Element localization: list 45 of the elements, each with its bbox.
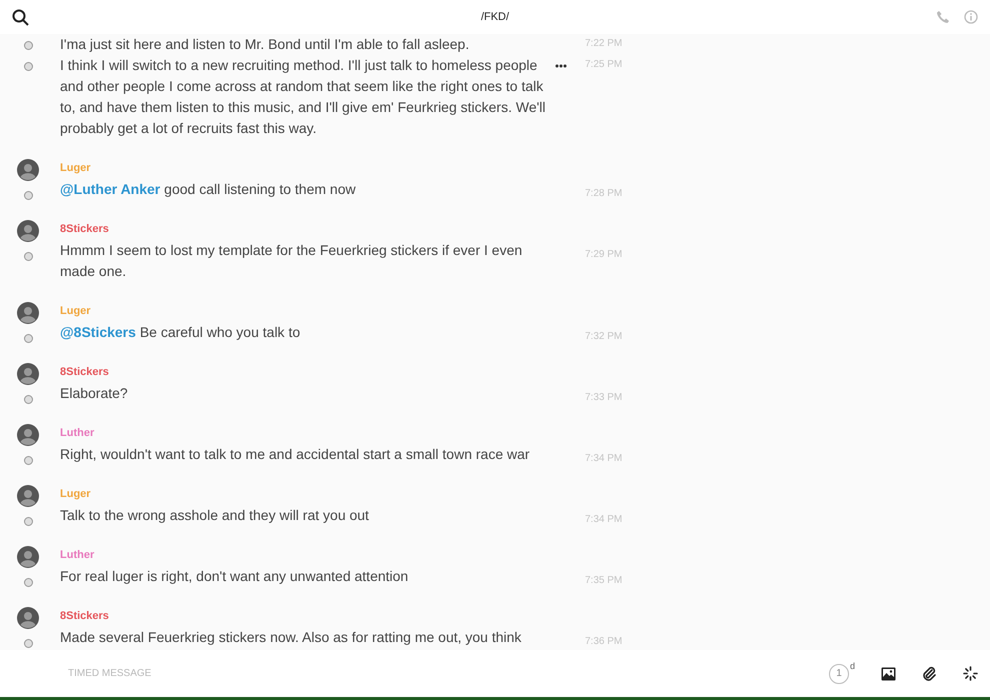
avatar[interactable] <box>17 159 39 181</box>
message-text: I think I will switch to a new recruiting method. I'll just talk to homeless people and other people I come across at random that seem like the right ones to talk to, and have them listen to this music, and I'll give em' Feurkrieg stickers. We'll probably get a lot of recruits fast this way. <box>60 56 547 138</box>
read-receipt-icon <box>24 395 32 404</box>
read-receipt-icon <box>24 41 32 50</box>
read-receipt-icon <box>24 639 32 648</box>
message-text: @8Stickers Be careful who you talk to <box>60 323 302 342</box>
author-name[interactable]: 8Stickers <box>60 223 555 235</box>
author-name[interactable]: Luger <box>60 305 555 317</box>
avatar[interactable] <box>17 546 39 568</box>
author-name[interactable]: Luger <box>60 162 555 174</box>
channel-title: /FKD/ <box>480 11 510 23</box>
mention-link[interactable]: @Luther Anker <box>60 181 160 197</box>
message-text: Right, wouldn't want to talk to me and accidental start a small town race war <box>60 445 531 464</box>
message-text: Made several Feuerkrieg stickers now. Also as for ratting me out, you think <box>60 628 522 647</box>
message-text: Talk to the wrong asshole and they will rat you out <box>60 506 370 525</box>
author-name[interactable]: Luger <box>60 488 555 500</box>
avatar[interactable] <box>17 607 39 629</box>
search-icon[interactable] <box>12 8 29 26</box>
read-receipt-icon <box>24 334 32 343</box>
image-icon[interactable] <box>881 666 896 680</box>
message-text: Elaborate? <box>60 384 129 403</box>
read-receipt-icon <box>24 456 32 465</box>
read-receipt-icon <box>24 62 32 71</box>
read-receipt-icon <box>24 578 32 587</box>
message-text: For real luger is right, don't want any unwanted attention <box>60 567 410 586</box>
avatar[interactable] <box>17 220 39 242</box>
avatar[interactable] <box>17 424 39 446</box>
read-receipt-icon <box>24 191 32 200</box>
avatar[interactable] <box>17 485 39 507</box>
spinner-icon[interactable] <box>963 666 978 681</box>
more-icon[interactable] <box>555 64 567 68</box>
author-name[interactable]: Luther <box>60 549 555 561</box>
author-name[interactable]: 8Stickers <box>60 610 555 622</box>
avatar[interactable] <box>17 302 39 324</box>
paperclip-icon[interactable] <box>922 666 937 681</box>
message-text: I'ma just sit here and listen to Mr. Bond until I'm able to fall asleep. <box>60 35 470 54</box>
message-field[interactable]: TIMED MESSAGE <box>68 668 368 679</box>
author-name[interactable]: 8Stickers <box>60 366 555 378</box>
mention-link[interactable]: @8Stickers <box>60 324 136 340</box>
author-name[interactable]: Luther <box>60 427 555 439</box>
read-receipt-icon <box>24 517 32 526</box>
avatar[interactable] <box>17 363 39 385</box>
message-text: Hmmm I seem to lost my template for the Feuerkrieg stickers if ever I even made one. <box>60 241 524 281</box>
message-text: @Luther Anker good call listening to them now <box>60 180 357 199</box>
read-receipt-icon <box>24 252 32 261</box>
